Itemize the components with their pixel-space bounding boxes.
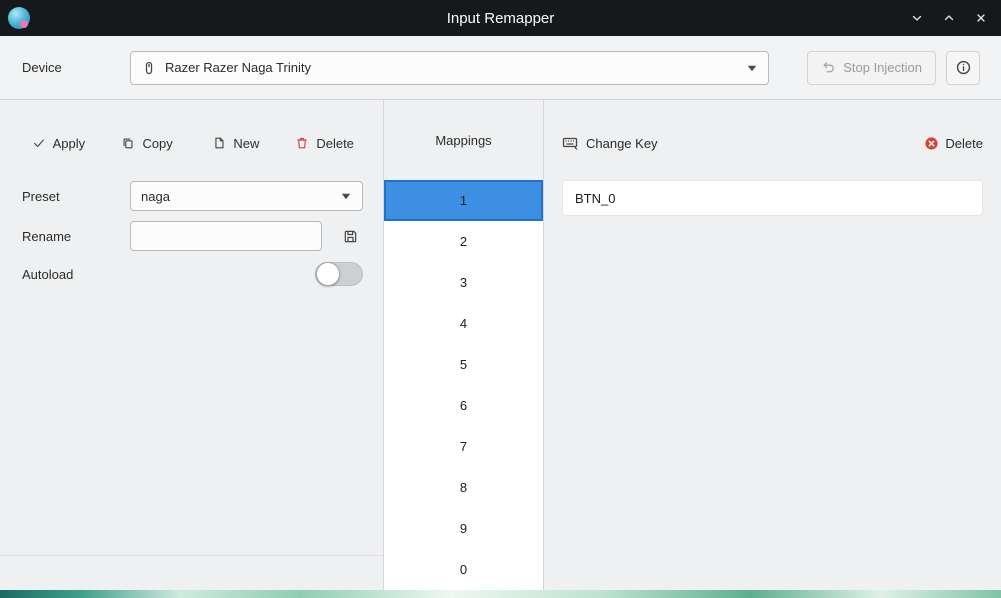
chevron-down-icon (911, 12, 923, 24)
mapping-item[interactable]: 3 (384, 262, 543, 303)
rename-input[interactable] (130, 221, 322, 251)
mapping-editor: Change Key Delete BTN_0 (544, 100, 1001, 590)
preset-form: Preset naga Rename Autoload (0, 181, 383, 289)
mapping-value: BTN_0 (575, 190, 616, 206)
titlebar: Input Remapper (0, 0, 1001, 36)
mapping-item[interactable]: 2 (384, 221, 543, 262)
rename-label: Rename (22, 228, 72, 244)
new-document-icon (212, 136, 226, 150)
mappings-header: Mappings (435, 132, 492, 148)
copy-button[interactable]: Copy (103, 136, 192, 151)
editor-header: Change Key Delete (562, 130, 983, 156)
change-key-button[interactable]: Change Key (562, 136, 658, 151)
chevron-down-icon (746, 62, 758, 74)
chevron-up-icon (943, 12, 955, 24)
undo-icon (821, 60, 836, 75)
mapping-item[interactable]: 0 (384, 549, 543, 590)
info-icon (955, 59, 972, 76)
main-area: Apply Copy New Delete Preset naga Rename… (0, 100, 1001, 590)
mapping-item[interactable]: 5 (384, 344, 543, 385)
preset-label: Preset (22, 188, 60, 204)
change-key-label: Change Key (586, 135, 658, 151)
floppy-save-icon (343, 229, 358, 244)
window-controls (905, 6, 993, 30)
preset-row: Preset naga (0, 181, 383, 211)
check-icon (32, 136, 46, 150)
device-select-value: Razer Razer Naga Trinity (165, 60, 311, 75)
mappings-column: Mappings 1 2 3 4 5 6 7 8 9 0 (384, 100, 544, 590)
info-button[interactable] (946, 50, 980, 85)
copy-label: Copy (142, 135, 173, 151)
delete-preset-button[interactable]: Delete (280, 136, 369, 151)
mapping-item[interactable]: 9 (384, 508, 543, 549)
delete-mapping-label: Delete (945, 135, 983, 151)
mapping-item[interactable]: 6 (384, 385, 543, 426)
rename-row: Rename (0, 221, 383, 251)
keyboard-icon (562, 136, 578, 150)
apply-label: Apply (52, 135, 86, 151)
preset-select-value: naga (141, 188, 170, 204)
mapping-item[interactable]: 7 (384, 426, 543, 467)
mapping-value-field[interactable]: BTN_0 (562, 180, 983, 216)
minimize-button[interactable] (905, 6, 929, 30)
new-label: New (233, 135, 260, 151)
preset-toolbar: Apply Copy New Delete (0, 130, 383, 156)
window-title: Input Remapper (446, 9, 555, 27)
close-icon (975, 12, 987, 24)
device-bar: Device Razer Razer Naga Trinity Stop Inj… (0, 36, 1001, 100)
trash-icon (295, 136, 309, 150)
mapping-item[interactable]: 8 (384, 467, 543, 508)
delete-preset-label: Delete (316, 135, 354, 151)
mapping-item[interactable]: 4 (384, 303, 543, 344)
device-icon (141, 60, 157, 76)
maximize-button[interactable] (937, 6, 961, 30)
app-logo-icon (8, 7, 30, 29)
mapping-item[interactable]: 1 (384, 180, 543, 221)
stop-injection-label: Stop Injection (843, 60, 922, 75)
apply-button[interactable]: Apply (14, 136, 103, 151)
mappings-list: 1 2 3 4 5 6 7 8 9 0 (384, 180, 543, 590)
chevron-down-icon (340, 190, 352, 202)
autoload-label: Autoload (22, 266, 74, 282)
delete-mapping-button[interactable]: Delete (924, 136, 983, 151)
delete-circle-icon (924, 136, 939, 151)
new-button[interactable]: New (192, 136, 281, 151)
preset-panel: Apply Copy New Delete Preset naga Rename… (0, 100, 384, 590)
copy-icon (121, 136, 135, 150)
preset-select[interactable]: naga (130, 181, 363, 211)
stop-injection-button[interactable]: Stop Injection (807, 50, 936, 85)
device-label: Device (22, 60, 62, 75)
autoload-toggle[interactable] (315, 262, 363, 286)
desktop-wallpaper (0, 590, 1001, 598)
save-rename-button[interactable] (339, 225, 361, 247)
toggle-knob (316, 262, 340, 286)
device-select[interactable]: Razer Razer Naga Trinity (130, 50, 770, 85)
divider (0, 555, 383, 556)
close-button[interactable] (969, 6, 993, 30)
autoload-row: Autoload (0, 259, 383, 289)
